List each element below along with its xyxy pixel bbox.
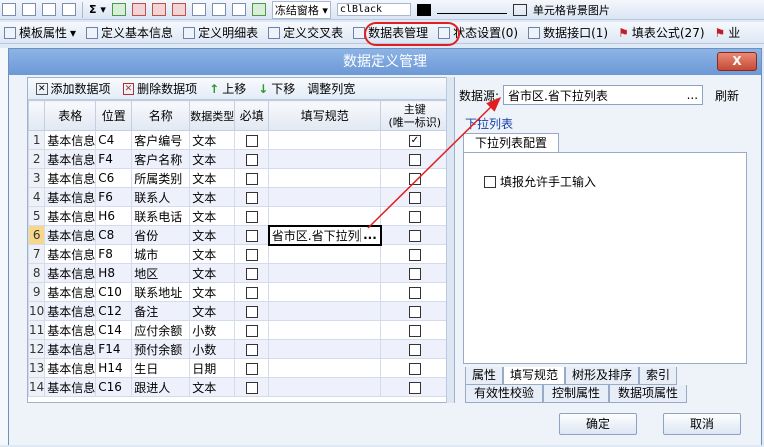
annotation-arrow [367,96,502,229]
